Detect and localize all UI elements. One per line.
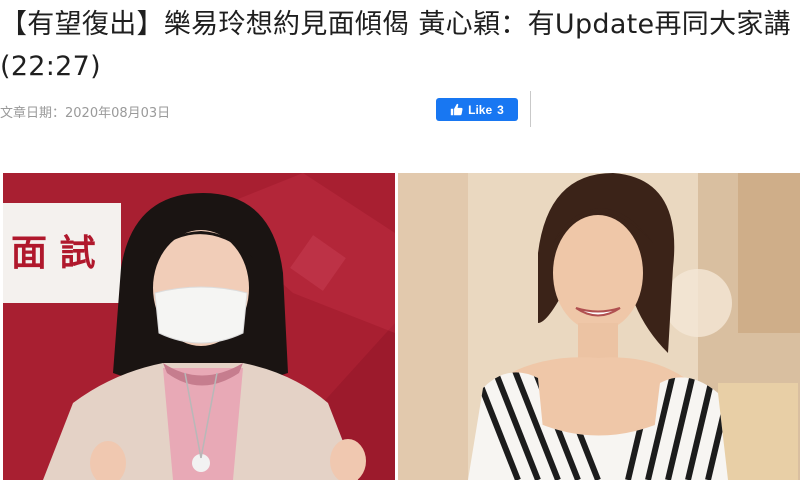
article-photo-left[interactable]: 面 試 [3, 173, 395, 480]
facebook-like-button[interactable]: Like 3 [436, 98, 518, 121]
article-date: 文章日期：2020年08月03日 [0, 106, 171, 121]
article-meta-bar: 文章日期：2020年08月03日 Like 3 [0, 91, 800, 127]
article-headline: 【有望復出】樂易玲想約見面傾偈 黃心穎：有Update再同大家講 (22:27) [0, 9, 791, 82]
backdrop-sign-text: 面 試 [11, 233, 96, 274]
thumbs-up-icon [450, 103, 463, 116]
like-label: Like [468, 102, 493, 117]
like-count: 3 [497, 102, 504, 117]
article-photo-right[interactable] [398, 173, 800, 480]
meta-divider [530, 91, 531, 127]
